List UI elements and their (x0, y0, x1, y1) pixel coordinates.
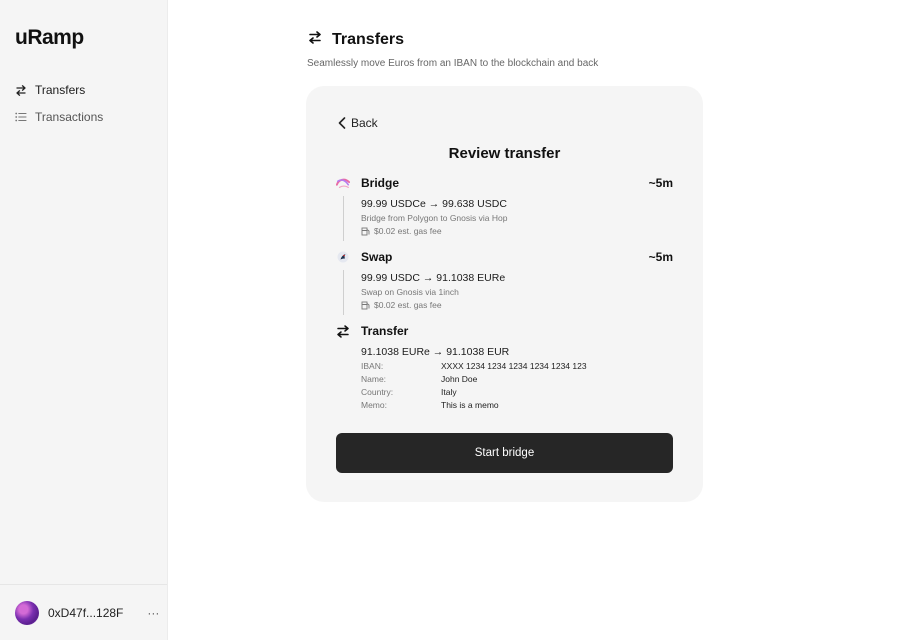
transfer-arrows-icon (15, 84, 27, 96)
page-subtitle: Seamlessly move Euros from an IBAN to th… (307, 58, 599, 69)
iban-label: IBAN: (361, 361, 384, 371)
step-amount: 99.99 USDCe → 99.638 USDC (361, 198, 507, 210)
iban-value: XXXX 1234 1234 1234 1234 1234 123 (441, 361, 587, 371)
more-options-icon[interactable]: ··· (147, 606, 159, 620)
sidebar-item-label: Transactions (35, 110, 104, 124)
gas-pump-icon (361, 301, 370, 309)
name-value: John Doe (441, 374, 478, 384)
country-label: Country: (361, 387, 394, 397)
step-swap: Swap ~5m (336, 247, 673, 267)
step-amount: 99.99 USDC → 91.1038 EURe (361, 272, 506, 284)
step-bridge: Bridge ~5m (336, 173, 673, 193)
page-title: Transfers (332, 31, 405, 48)
gas-fee-text: $0.02 est. gas fee (374, 300, 442, 310)
step-connector (343, 270, 344, 315)
name-label: Name: (361, 374, 387, 384)
sidebar-item-label: Transfers (35, 83, 86, 97)
wallet-address[interactable]: 0xD47f...128F (48, 606, 123, 620)
page-header: Transfers (308, 31, 404, 49)
gas-fee: $0.02 est. gas fee (361, 300, 442, 310)
gas-fee-text: $0.02 est. gas fee (374, 226, 442, 236)
step-detail: Swap on Gnosis via 1inch (361, 287, 459, 297)
brand-logo[interactable]: uRamp (15, 26, 84, 50)
review-transfer-card: Back Review transfer Bridge ~5m 99.99 US… (306, 86, 703, 502)
hop-bridge-icon (336, 176, 350, 190)
step-name: Bridge (361, 176, 400, 190)
step-name: Swap (361, 250, 393, 264)
step-amount: 91.1038 EURe → 91.1038 EUR (361, 346, 510, 358)
country-value: Italy (441, 387, 457, 397)
chevron-left-icon (338, 117, 346, 129)
transfer-arrows-icon (336, 324, 350, 338)
start-bridge-button[interactable]: Start bridge (336, 433, 673, 473)
step-name: Transfer (361, 324, 409, 338)
list-icon (15, 112, 27, 122)
step-detail: Bridge from Polygon to Gnosis via Hop (361, 213, 508, 223)
memo-value: This is a memo (441, 400, 499, 410)
avatar[interactable] (15, 600, 39, 625)
memo-label: Memo: (361, 400, 387, 410)
back-button[interactable]: Back (338, 116, 378, 130)
transfer-arrows-icon (308, 31, 322, 49)
step-time: ~5m (648, 176, 673, 190)
step-transfer: Transfer (336, 321, 673, 341)
gas-fee: $0.02 est. gas fee (361, 226, 442, 236)
step-connector (343, 196, 344, 241)
sidebar-item-transfers[interactable]: Transfers (15, 80, 85, 100)
1inch-icon (336, 250, 350, 264)
review-title: Review transfer (448, 145, 561, 162)
sidebar: uRamp Transfers Transactions 0xD47f...12… (0, 0, 168, 640)
back-label: Back (351, 116, 378, 130)
step-time: ~5m (648, 250, 673, 264)
account-footer: 0xD47f...128F ··· (0, 584, 167, 640)
gas-pump-icon (361, 227, 370, 235)
sidebar-item-transactions[interactable]: Transactions (15, 107, 103, 127)
